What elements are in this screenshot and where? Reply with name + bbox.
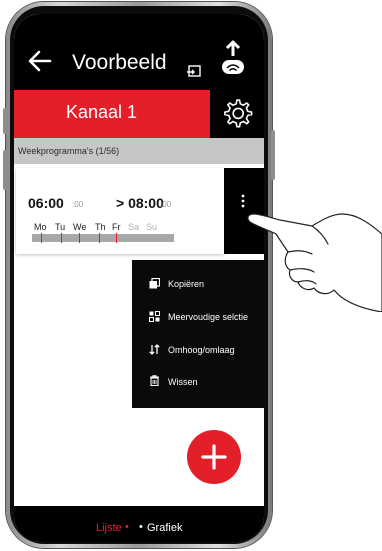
start-time: 06:00: [28, 195, 64, 211]
day-label: Fr: [112, 222, 121, 232]
sort-arrows-icon: [149, 344, 160, 355]
phone-screen: Voorbeeld Kanaal 1 Weekprogramma's (1/56…: [14, 14, 264, 542]
tab-separator: •: [125, 521, 129, 533]
section-label: Weekprogramma's (1/56): [18, 146, 120, 156]
day-marker: [79, 233, 80, 243]
menu-item-label: Wissen: [168, 377, 198, 387]
export-icon[interactable]: [186, 62, 202, 78]
multi-select-icon: [149, 311, 160, 322]
cloud-upload-icon[interactable]: [220, 40, 246, 76]
arrow-left-icon[interactable]: [26, 48, 54, 74]
day-marker: [41, 233, 42, 243]
day-marker: [99, 233, 100, 243]
phone-side-button: [3, 108, 7, 134]
start-seconds: :00: [72, 200, 84, 209]
pointing-hand-icon: [247, 213, 382, 312]
end-seconds: :00: [160, 200, 172, 209]
end-time: > 08:00: [116, 195, 164, 211]
weekday-labels: Mo Tu We Th Fr Sa Su: [34, 222, 174, 232]
channel-label: Kanaal 1: [66, 102, 138, 122]
day-label: Th: [95, 222, 106, 232]
day-marker: [61, 233, 62, 243]
menu-item-label: Kopiëren: [168, 279, 205, 289]
day-label: Mo: [34, 222, 47, 232]
week-timeline-bar: [32, 234, 174, 242]
menu-item-label: Meervoudige selctie: [168, 312, 249, 322]
phone-side-button: [271, 130, 275, 180]
trash-icon: [150, 375, 159, 386]
day-marker: [116, 233, 117, 243]
day-label: We: [73, 222, 87, 232]
day-label: Tu: [55, 222, 66, 232]
phone-side-button: [3, 150, 7, 190]
day-label: Su: [146, 222, 158, 232]
gear-icon[interactable]: [220, 96, 254, 130]
tab-graph[interactable]: Grafiek: [147, 522, 182, 534]
plus-icon: [201, 444, 227, 470]
menu-item-label: Omhoog/omlaag: [168, 345, 235, 355]
tab-separator: •: [139, 521, 143, 533]
tab-list[interactable]: Lijste: [96, 522, 122, 534]
page-title: Voorbeeld: [72, 51, 167, 74]
copy-icon: [149, 278, 160, 289]
day-label: Sa: [128, 222, 140, 232]
